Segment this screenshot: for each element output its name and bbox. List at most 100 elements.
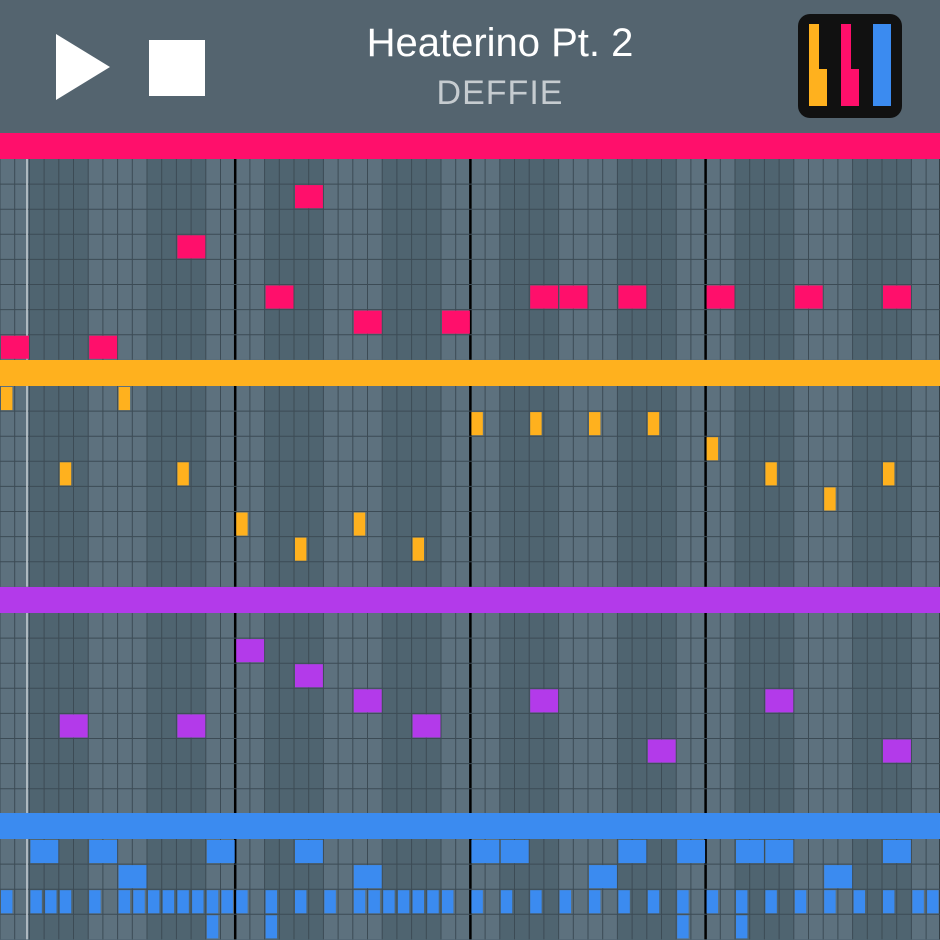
note-blue[interactable] xyxy=(206,840,235,864)
note-blue[interactable] xyxy=(736,840,764,864)
note-pink[interactable] xyxy=(265,285,294,309)
note-purple[interactable] xyxy=(647,739,676,763)
track-bar-purple[interactable] xyxy=(0,586,940,613)
note-purple[interactable] xyxy=(177,713,206,738)
note-blue[interactable] xyxy=(206,890,219,914)
note-purple[interactable] xyxy=(412,713,441,738)
note-orange[interactable] xyxy=(883,462,895,486)
track-bar-pink[interactable] xyxy=(0,133,940,159)
note-blue[interactable] xyxy=(618,890,630,914)
note-blue[interactable] xyxy=(647,890,660,914)
note-purple[interactable] xyxy=(883,739,911,763)
note-blue[interactable] xyxy=(883,840,911,864)
note-blue[interactable] xyxy=(427,890,439,914)
note-pink[interactable] xyxy=(442,310,470,334)
note-blue[interactable] xyxy=(824,865,853,889)
note-blue[interactable] xyxy=(471,840,500,864)
note-orange[interactable] xyxy=(471,411,483,435)
note-orange[interactable] xyxy=(177,462,189,486)
note-blue[interactable] xyxy=(221,890,233,914)
note-blue[interactable] xyxy=(30,840,59,864)
note-blue[interactable] xyxy=(59,890,72,914)
note-blue[interactable] xyxy=(295,890,307,914)
note-blue[interactable] xyxy=(559,890,572,914)
note-pink[interactable] xyxy=(794,285,823,309)
note-pink[interactable] xyxy=(89,335,118,359)
note-blue[interactable] xyxy=(824,890,836,914)
note-orange[interactable] xyxy=(118,386,131,410)
note-blue[interactable] xyxy=(162,890,175,914)
note-purple[interactable] xyxy=(59,713,88,738)
note-pink[interactable] xyxy=(295,185,323,209)
note-blue[interactable] xyxy=(1,890,13,914)
note-pink[interactable] xyxy=(177,235,206,259)
note-blue[interactable] xyxy=(765,840,794,864)
note-blue[interactable] xyxy=(736,890,748,914)
note-blue[interactable] xyxy=(706,890,719,914)
note-purple[interactable] xyxy=(295,663,323,687)
note-blue[interactable] xyxy=(30,890,42,914)
note-blue[interactable] xyxy=(192,890,204,914)
note-pink[interactable] xyxy=(1,335,29,359)
note-orange[interactable] xyxy=(295,537,307,561)
note-purple[interactable] xyxy=(530,688,559,712)
note-blue[interactable] xyxy=(148,890,160,914)
note-blue[interactable] xyxy=(368,890,380,914)
note-blue[interactable] xyxy=(118,865,147,889)
note-blue[interactable] xyxy=(853,890,866,914)
note-orange[interactable] xyxy=(647,411,660,435)
note-blue[interactable] xyxy=(295,840,323,864)
track-bar-blue[interactable] xyxy=(0,813,940,840)
note-blue[interactable] xyxy=(397,890,410,914)
note-blue[interactable] xyxy=(912,890,924,914)
note-blue[interactable] xyxy=(89,890,101,914)
note-blue[interactable] xyxy=(265,890,278,914)
note-blue[interactable] xyxy=(765,890,777,914)
note-blue[interactable] xyxy=(177,890,189,914)
note-blue[interactable] xyxy=(353,865,382,889)
note-pink[interactable] xyxy=(883,285,911,309)
note-orange[interactable] xyxy=(412,537,425,561)
note-blue[interactable] xyxy=(589,890,601,914)
note-blue[interactable] xyxy=(265,915,278,939)
note-blue[interactable] xyxy=(412,890,425,914)
note-pink[interactable] xyxy=(618,285,647,309)
note-orange[interactable] xyxy=(353,512,366,536)
note-blue[interactable] xyxy=(677,890,689,914)
play-button[interactable] xyxy=(56,34,110,100)
note-blue[interactable] xyxy=(118,890,131,914)
note-pink[interactable] xyxy=(706,285,735,309)
note-blue[interactable] xyxy=(677,840,706,864)
note-blue[interactable] xyxy=(442,890,454,914)
note-blue[interactable] xyxy=(45,890,57,914)
note-pink[interactable] xyxy=(353,310,382,334)
note-blue[interactable] xyxy=(383,890,395,914)
note-orange[interactable] xyxy=(1,386,13,410)
note-blue[interactable] xyxy=(794,890,807,914)
note-blue[interactable] xyxy=(500,840,529,864)
note-orange[interactable] xyxy=(589,411,601,435)
note-blue[interactable] xyxy=(471,890,483,914)
note-blue[interactable] xyxy=(324,890,336,914)
note-blue[interactable] xyxy=(353,890,366,914)
note-blue[interactable] xyxy=(133,890,145,914)
note-blue[interactable] xyxy=(530,890,542,914)
note-purple[interactable] xyxy=(765,688,794,712)
note-purple[interactable] xyxy=(236,638,265,662)
app-logo[interactable] xyxy=(798,14,902,118)
note-blue[interactable] xyxy=(736,915,748,939)
note-blue[interactable] xyxy=(618,840,647,864)
note-pink[interactable] xyxy=(530,285,559,309)
note-blue[interactable] xyxy=(927,890,939,914)
note-orange[interactable] xyxy=(765,462,777,486)
note-orange[interactable] xyxy=(59,462,72,486)
note-blue[interactable] xyxy=(89,840,118,864)
note-pink[interactable] xyxy=(559,285,588,309)
note-orange[interactable] xyxy=(824,487,836,511)
note-blue[interactable] xyxy=(206,915,219,939)
track-bar-orange[interactable] xyxy=(0,359,940,386)
note-orange[interactable] xyxy=(530,411,542,435)
note-blue[interactable] xyxy=(677,915,689,939)
note-orange[interactable] xyxy=(706,436,719,461)
note-orange[interactable] xyxy=(236,512,248,536)
